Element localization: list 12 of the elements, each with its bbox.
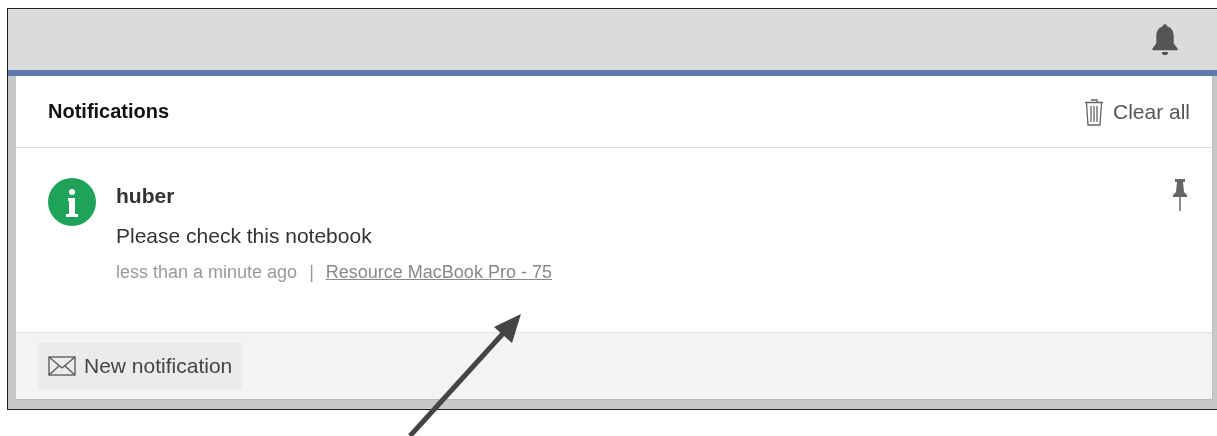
notification-time: less than a minute ago xyxy=(116,262,298,283)
panel-title: Notifications xyxy=(48,100,170,123)
separator: | xyxy=(309,262,314,283)
envelope-icon xyxy=(48,356,76,376)
pin-icon[interactable] xyxy=(1170,178,1190,212)
notification-message: Please check this notebook xyxy=(116,224,373,248)
resource-link[interactable]: Resource MacBook Pro - 75 xyxy=(325,262,552,283)
new-notification-button[interactable]: New notification xyxy=(38,343,243,389)
clear-all-button[interactable]: Clear all xyxy=(1082,96,1190,127)
notification-author: huber xyxy=(116,184,176,208)
info-icon xyxy=(48,178,96,226)
trash-icon xyxy=(1082,96,1105,127)
